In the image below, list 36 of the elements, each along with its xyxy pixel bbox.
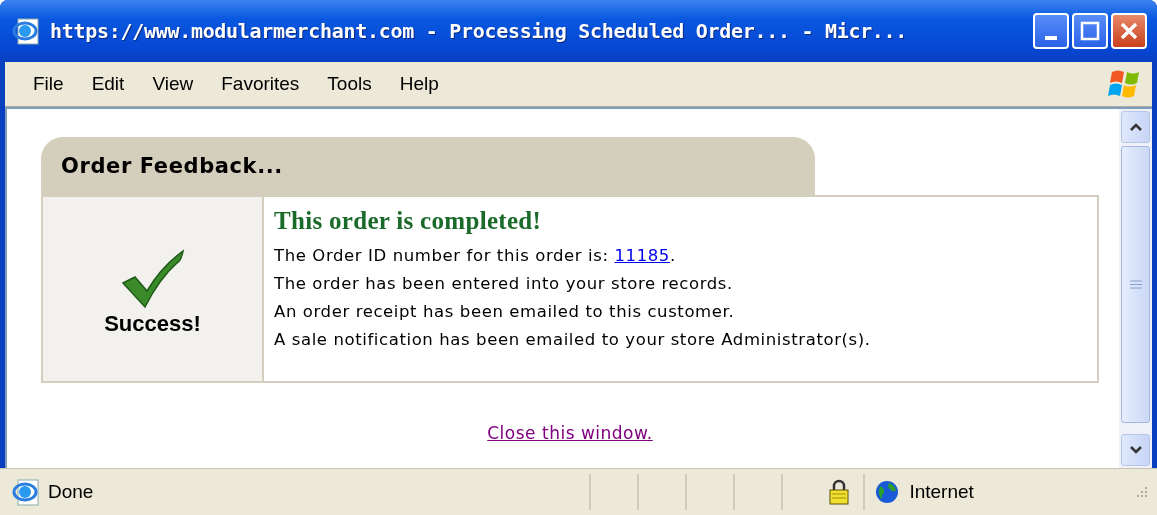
success-label: Success! bbox=[104, 311, 201, 337]
status-text: Done bbox=[48, 481, 94, 503]
info-text: An order receipt has been emailed to this customer. bbox=[274, 302, 736, 321]
info-text: The order has been entered into your store records. bbox=[274, 274, 734, 293]
menu-item[interactable]: File bbox=[19, 73, 78, 95]
menu-item[interactable]: View bbox=[138, 73, 208, 95]
caret-up-icon bbox=[1128, 122, 1143, 132]
maximize-icon bbox=[1080, 21, 1100, 41]
globe-icon bbox=[875, 480, 900, 504]
close-icon bbox=[1119, 21, 1139, 41]
grip-icon bbox=[1129, 280, 1142, 289]
maximize-button[interactable] bbox=[1072, 13, 1108, 49]
minimize-icon bbox=[1045, 36, 1057, 40]
menu-item[interactable]: Help bbox=[385, 73, 453, 95]
menu-item[interactable]: Edit bbox=[77, 73, 139, 95]
caret-down-icon bbox=[1128, 445, 1143, 455]
page-icon bbox=[12, 477, 42, 507]
scroll-down-button[interactable] bbox=[1121, 434, 1150, 466]
order-id-text: The Order ID number for this order is: 11185. bbox=[274, 246, 677, 265]
zone-text: Internet bbox=[909, 481, 974, 503]
order-id-link[interactable]: 11185 bbox=[614, 246, 670, 265]
close-window-link[interactable]: Close this window. bbox=[487, 423, 653, 443]
resize-grip-icon bbox=[1135, 485, 1149, 499]
checkmark-icon bbox=[120, 249, 185, 309]
panel-header: Order Feedback... bbox=[41, 137, 815, 195]
browser-icon bbox=[12, 16, 42, 46]
scrollbar-thumb[interactable] bbox=[1121, 146, 1150, 423]
info-text: A sale notification has been emailed to your store Administrator(s). bbox=[274, 330, 872, 349]
close-button[interactable] bbox=[1111, 13, 1147, 49]
scroll-up-button[interactable] bbox=[1121, 111, 1150, 143]
minimize-button[interactable] bbox=[1033, 13, 1069, 49]
window-title: https://www.modularmerchant.com - Processing Scheduled Order... - Micr... bbox=[50, 19, 909, 43]
menu-item[interactable]: Tools bbox=[313, 73, 386, 95]
menu-item[interactable]: Favorites bbox=[207, 73, 314, 95]
completion-heading: This order is completed! bbox=[274, 207, 543, 235]
lock-icon bbox=[829, 479, 850, 505]
